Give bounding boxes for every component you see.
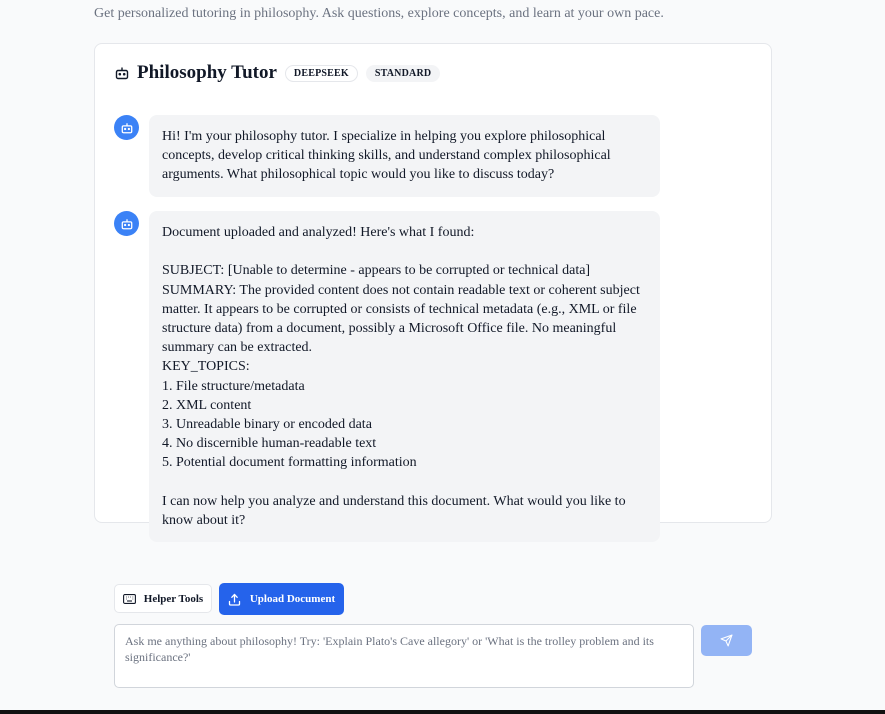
assistant-message: Hi! I'm your philosophy tutor. I special… <box>149 115 660 197</box>
assistant-avatar <box>114 211 139 236</box>
upload-document-label: Upload Document <box>249 593 336 605</box>
bot-icon <box>115 66 129 80</box>
bot-icon <box>121 122 133 134</box>
assistant-message: Document uploaded and analyzed! Here's w… <box>149 211 660 542</box>
send-icon <box>720 634 733 647</box>
keyboard-icon <box>122 593 136 604</box>
mode-badge: STANDARD <box>365 64 441 82</box>
chat-title: Philosophy Tutor <box>137 62 277 83</box>
page-subtitle: Get personalized tutoring in philosophy.… <box>94 6 664 21</box>
page: Get personalized tutoring in philosophy.… <box>0 0 885 714</box>
bot-icon <box>121 218 133 230</box>
assistant-avatar <box>114 115 139 140</box>
chat-input[interactable] <box>114 624 694 688</box>
upload-document-button[interactable]: Upload Document <box>219 583 344 615</box>
upload-icon <box>228 593 241 606</box>
helper-tools-label: Helper Tools <box>143 592 204 605</box>
bottom-edge-bar <box>0 710 885 714</box>
helper-tools-button[interactable]: Helper Tools <box>114 584 212 613</box>
send-button[interactable] <box>701 625 752 656</box>
model-badge: DEEPSEEK <box>284 64 358 82</box>
chat-header: Philosophy Tutor DEEPSEEK STANDARD <box>115 61 448 85</box>
